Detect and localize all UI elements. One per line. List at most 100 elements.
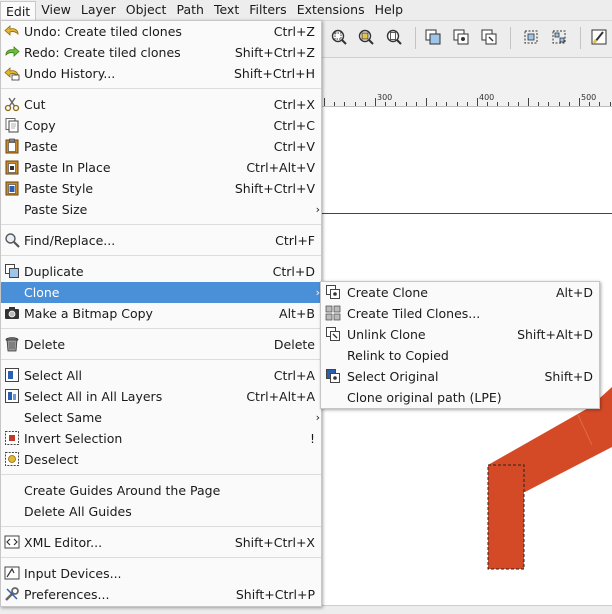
menu-item-xml-editor[interactable]: XML Editor... Shift+Ctrl+X — [1, 532, 321, 553]
menu-separator — [1, 359, 321, 360]
menu-filters[interactable]: Filters — [244, 0, 291, 20]
menu-item-label: Duplicate — [24, 264, 84, 279]
menu-item-create-tiled-clones[interactable]: Create Tiled Clones... — [321, 303, 599, 324]
ruler-tick — [406, 102, 407, 106]
menu-item-input-devices[interactable]: Input Devices... — [1, 563, 321, 584]
menu-item-guides-around-page[interactable]: Create Guides Around the Page — [1, 480, 321, 501]
group-icon[interactable] — [522, 28, 540, 46]
menu-item-create-clone[interactable]: Create Clone Alt+D — [321, 282, 599, 303]
menu-item-redo[interactable]: Redo: Create tiled clones Shift+Ctrl+Z — [1, 42, 321, 63]
menu-item-label: Cut — [24, 97, 46, 112]
menu-item-shortcut: Shift+Ctrl+H — [234, 66, 315, 81]
menu-item-bitmap-copy[interactable]: Make a Bitmap Copy Alt+B — [1, 303, 321, 324]
menu-item-clone-original-path[interactable]: Clone original path (LPE) — [321, 387, 599, 408]
menu-item-label: Undo History... — [24, 66, 116, 81]
menu-item-shortcut: Alt+B — [279, 306, 315, 321]
menu-item-shortcut: Delete — [273, 337, 315, 352]
menu-help[interactable]: Help — [370, 0, 409, 20]
paste-in-place-icon — [4, 159, 20, 175]
zoom-page-icon[interactable] — [385, 28, 403, 46]
paste-style-icon — [4, 180, 20, 196]
ruler-tick — [579, 98, 580, 106]
ruler-tick — [365, 102, 366, 106]
zoom-drawing-icon[interactable] — [357, 28, 375, 46]
menu-item-duplicate[interactable]: Duplicate Ctrl+D — [1, 261, 321, 282]
menu-extensions[interactable]: Extensions — [292, 0, 370, 20]
clone-submenu: Create Clone Alt+D Create Tiled Clones..… — [320, 281, 600, 409]
ruler-tick — [497, 102, 498, 106]
submenu-arrow-icon: › — [315, 411, 320, 424]
menu-item-shortcut: Shift+Ctrl+Z — [234, 45, 315, 60]
clone-icon[interactable] — [452, 28, 470, 46]
menu-object[interactable]: Object — [121, 0, 172, 20]
menu-item-shortcut: Ctrl+C — [273, 118, 315, 133]
ruler-tick — [518, 102, 519, 106]
menu-item-paste-size[interactable]: Paste Size › — [1, 199, 321, 220]
unlink-clone-icon[interactable] — [480, 28, 498, 46]
ruler-tick — [385, 102, 386, 106]
ruler-tick — [548, 102, 549, 106]
menu-item-label: Undo: Create tiled clones — [24, 24, 182, 39]
menu-item-relink-to-copied[interactable]: Relink to Copied — [321, 345, 599, 366]
duplicate-icon — [4, 263, 20, 279]
toolbar-separator — [580, 27, 581, 49]
menu-item-select-original[interactable]: Select Original Shift+D — [321, 366, 599, 387]
undo-arrow-icon — [4, 23, 20, 39]
ruler-label: 300 — [377, 93, 393, 102]
menu-item-shortcut: Ctrl+Z — [273, 24, 315, 39]
menu-item-label: Paste In Place — [24, 160, 111, 175]
menu-item-paste[interactable]: Paste Ctrl+V — [1, 136, 321, 157]
menu-item-invert-selection[interactable]: Invert Selection ! — [1, 428, 321, 449]
menu-item-unlink-clone[interactable]: Unlink Clone Shift+Alt+D — [321, 324, 599, 345]
menubar: Edit View Layer Object Path Text Filters… — [0, 0, 612, 21]
menu-item-label: Paste Size — [24, 202, 88, 217]
menu-item-label: Select Same — [24, 410, 102, 425]
menu-item-delete[interactable]: Delete Delete — [1, 334, 321, 355]
ruler-tick — [436, 102, 437, 106]
ungroup-icon[interactable] — [550, 28, 568, 46]
menu-view[interactable]: View — [36, 0, 76, 20]
duplicate-icon[interactable] — [424, 28, 442, 46]
menu-item-label: Paste Style — [24, 181, 94, 196]
menu-item-select-same[interactable]: Select Same › — [1, 407, 321, 428]
toolbar-separator — [510, 27, 511, 49]
commands-toolbar — [320, 21, 612, 58]
menu-separator — [1, 557, 321, 558]
ruler-label: 500 — [581, 93, 597, 102]
ruler-tick — [446, 102, 447, 106]
menu-item-shortcut: Ctrl+V — [273, 139, 315, 154]
menu-item-paste-style[interactable]: Paste Style Shift+Ctrl+V — [1, 178, 321, 199]
menu-item-find-replace[interactable]: Find/Replace... Ctrl+F — [1, 230, 321, 251]
xml-editor-icon — [4, 534, 20, 550]
menu-item-label: Clone original path (LPE) — [347, 390, 502, 405]
zoom-selection-icon[interactable] — [330, 28, 348, 46]
menu-item-undo-history[interactable]: Undo History... Shift+Ctrl+H — [1, 63, 321, 84]
menu-item-select-all[interactable]: Select All Ctrl+A — [1, 365, 321, 386]
menu-item-delete-all-guides[interactable]: Delete All Guides — [1, 501, 321, 522]
ruler-tick — [324, 98, 325, 106]
fill-stroke-icon[interactable] — [590, 28, 608, 46]
menu-item-select-all-layers[interactable]: Select All in All Layers Ctrl+Alt+A — [1, 386, 321, 407]
horizontal-ruler[interactable]: 300 400 500 — [320, 58, 612, 107]
menu-path[interactable]: Path — [171, 0, 208, 20]
menu-item-label: Select All — [24, 368, 83, 383]
menu-edit[interactable]: Edit — [0, 0, 37, 21]
menu-item-clone[interactable]: Clone › — [1, 282, 321, 303]
menu-item-copy[interactable]: Copy Ctrl+C — [1, 115, 321, 136]
clipboard-icon — [4, 138, 20, 154]
menu-item-cut[interactable]: Cut Ctrl+X — [1, 94, 321, 115]
menu-item-shortcut: Ctrl+Alt+V — [246, 160, 315, 175]
ruler-tick — [355, 102, 356, 106]
menu-item-preferences[interactable]: Preferences... Shift+Ctrl+P — [1, 584, 321, 605]
menu-item-label: Clone — [24, 285, 60, 300]
menu-item-label: Delete All Guides — [24, 504, 132, 519]
ruler-tick — [457, 102, 458, 106]
menu-item-label: Relink to Copied — [347, 348, 449, 363]
menu-text[interactable]: Text — [209, 0, 244, 20]
menu-item-deselect[interactable]: Deselect — [1, 449, 321, 470]
menu-layer[interactable]: Layer — [76, 0, 121, 20]
menu-item-paste-in-place[interactable]: Paste In Place Ctrl+Alt+V — [1, 157, 321, 178]
menu-item-undo[interactable]: Undo: Create tiled clones Ctrl+Z — [1, 21, 321, 42]
menu-item-label: Delete — [24, 337, 66, 352]
menu-item-label: Preferences... — [24, 587, 110, 602]
